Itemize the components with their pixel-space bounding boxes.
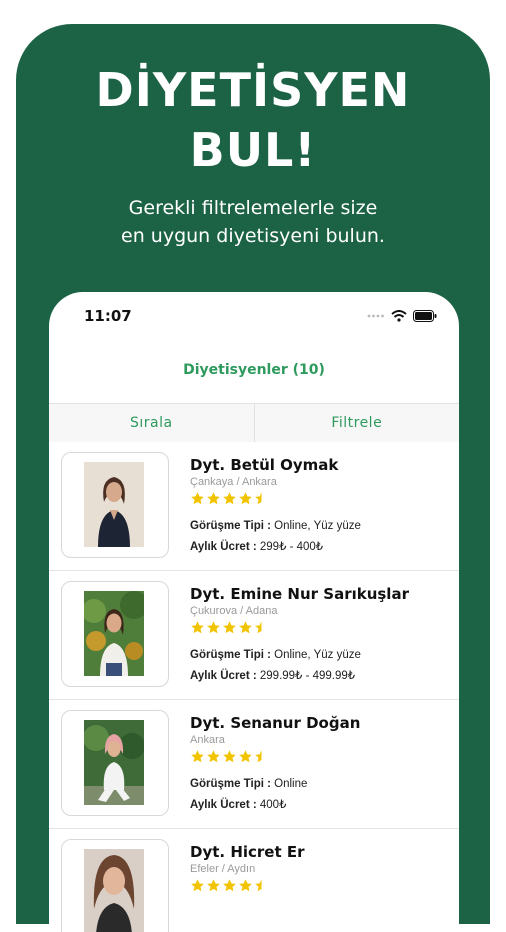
star-icon — [223, 750, 236, 763]
star-icon — [239, 621, 252, 634]
dietitian-info: Dyt. Emine Nur Sarıkuşlar Çukurova / Ada… — [190, 585, 452, 687]
monthly-fee-label: Aylık Ücret : — [190, 541, 257, 553]
status-time: 11:07 — [84, 307, 132, 325]
dietitian-location: Çankaya / Ankara — [190, 476, 277, 488]
dietitian-name: Dyt. Hicret Er — [190, 843, 305, 861]
dietitian-name: Dyt. Betül Oymak — [190, 456, 339, 474]
meeting-type-row: Görüşme Tipi : Online, Yüz yüze — [190, 516, 452, 537]
half-star-icon — [255, 621, 262, 634]
star-icon — [207, 621, 220, 634]
star-icon — [191, 492, 204, 505]
signal-dots-icon — [367, 314, 384, 318]
promo-headline-line2: BUL! — [189, 123, 317, 177]
sort-filter-toolbar: Sırala Filtrele — [49, 403, 459, 443]
promo-subhead: Gerekli filtrelemelerle size en uygun di… — [0, 194, 506, 250]
star-icon — [223, 879, 236, 892]
dietitian-photo — [84, 720, 144, 805]
star-icon — [207, 750, 220, 763]
phone-screen: 11:07 Diyetisyenler (10) Sırala Filtrele — [49, 292, 459, 932]
filter-button[interactable]: Filtrele — [255, 404, 460, 442]
status-icons — [367, 310, 437, 322]
monthly-fee-value: 299₺ - 400₺ — [256, 541, 324, 553]
dietitian-meta: Görüşme Tipi : Online, Yüz yüze Aylık Üc… — [190, 645, 452, 687]
half-star-icon — [255, 750, 262, 763]
dietitian-location: Efeler / Aydın — [190, 863, 256, 875]
dietitian-info: Dyt. Betül Oymak Çankaya / Ankara Görüşm… — [190, 456, 452, 558]
meeting-type-value: Online, Yüz yüze — [270, 520, 361, 532]
half-star-icon — [255, 879, 262, 892]
rating-stars — [190, 878, 452, 896]
dietitian-name: Dyt. Emine Nur Sarıkuşlar — [190, 585, 409, 603]
dietitian-photo-frame — [61, 581, 169, 687]
meeting-type-value: Online, Yüz yüze — [270, 649, 361, 661]
meeting-type-label: Görüşme Tipi : — [190, 778, 271, 790]
dietitian-photo-frame — [61, 839, 169, 932]
monthly-fee-label: Aylık Ücret : — [190, 670, 257, 682]
monthly-fee-row: Aylık Ücret : 299₺ - 400₺ — [190, 537, 452, 558]
monthly-fee-row: Aylık Ücret : 400₺ — [190, 795, 452, 816]
promo-headline: DİYETİSYEN BUL! — [0, 60, 506, 180]
monthly-fee-value: 400₺ — [256, 799, 287, 811]
monthly-fee-label: Aylık Ücret : — [190, 799, 257, 811]
star-icon — [191, 750, 204, 763]
star-icon — [223, 621, 236, 634]
dietitian-list: Dyt. Betül Oymak Çankaya / Ankara Görüşm… — [49, 442, 459, 932]
star-icon — [207, 492, 220, 505]
dietitian-info: Dyt. Hicret Er Efeler / Aydın — [190, 843, 452, 896]
promo-subhead-line1: Gerekli filtrelemelerle size — [128, 197, 378, 219]
dietitian-location: Ankara — [190, 734, 225, 746]
dietitian-photo — [84, 591, 144, 676]
rating-stars — [190, 620, 452, 638]
rating-stars — [190, 749, 452, 767]
monthly-fee-value: 299.99₺ - 499.99₺ — [256, 670, 356, 682]
sort-button[interactable]: Sırala — [49, 404, 254, 442]
meeting-type-label: Görüşme Tipi : — [190, 649, 271, 661]
star-icon — [239, 750, 252, 763]
promo-subhead-line2: en uygun diyetisyeni bulun. — [121, 225, 385, 247]
dietitian-location: Çukurova / Adana — [190, 605, 278, 617]
promo-headline-line1: DİYETİSYEN — [95, 63, 411, 117]
star-icon — [239, 492, 252, 505]
meeting-type-row: Görüşme Tipi : Online — [190, 774, 452, 795]
dietitian-card[interactable]: Dyt. Senanur Doğan Ankara Görüşme Tipi :… — [49, 700, 459, 829]
meeting-type-label: Görüşme Tipi : — [190, 520, 271, 532]
star-icon — [207, 879, 220, 892]
star-icon — [191, 621, 204, 634]
star-icon — [239, 879, 252, 892]
star-icon — [223, 492, 236, 505]
dietitian-name: Dyt. Senanur Doğan — [190, 714, 361, 732]
dietitian-card[interactable]: Dyt. Hicret Er Efeler / Aydın — [49, 829, 459, 932]
monthly-fee-row: Aylık Ücret : 299.99₺ - 499.99₺ — [190, 666, 452, 687]
battery-icon — [413, 310, 437, 322]
dietitian-photo — [84, 849, 144, 932]
meeting-type-row: Görüşme Tipi : Online, Yüz yüze — [190, 645, 452, 666]
dietitian-photo-frame — [61, 452, 169, 558]
rating-stars — [190, 491, 452, 509]
dietitian-card[interactable]: Dyt. Emine Nur Sarıkuşlar Çukurova / Ada… — [49, 571, 459, 700]
star-icon — [191, 879, 204, 892]
meeting-type-value: Online — [270, 778, 308, 790]
dietitian-info: Dyt. Senanur Doğan Ankara Görüşme Tipi :… — [190, 714, 452, 816]
wifi-icon — [391, 310, 407, 322]
dietitian-card[interactable]: Dyt. Betül Oymak Çankaya / Ankara Görüşm… — [49, 442, 459, 571]
nav-title: Diyetisyenler (10) — [183, 362, 325, 378]
dietitian-meta: Görüşme Tipi : Online, Yüz yüze Aylık Üc… — [190, 516, 452, 558]
status-bar: 11:07 — [49, 292, 459, 342]
dietitian-meta: Görüşme Tipi : Online Aylık Ücret : 400₺ — [190, 774, 452, 816]
half-star-icon — [255, 492, 262, 505]
dietitian-photo-frame — [61, 710, 169, 816]
dietitian-photo — [84, 462, 144, 547]
